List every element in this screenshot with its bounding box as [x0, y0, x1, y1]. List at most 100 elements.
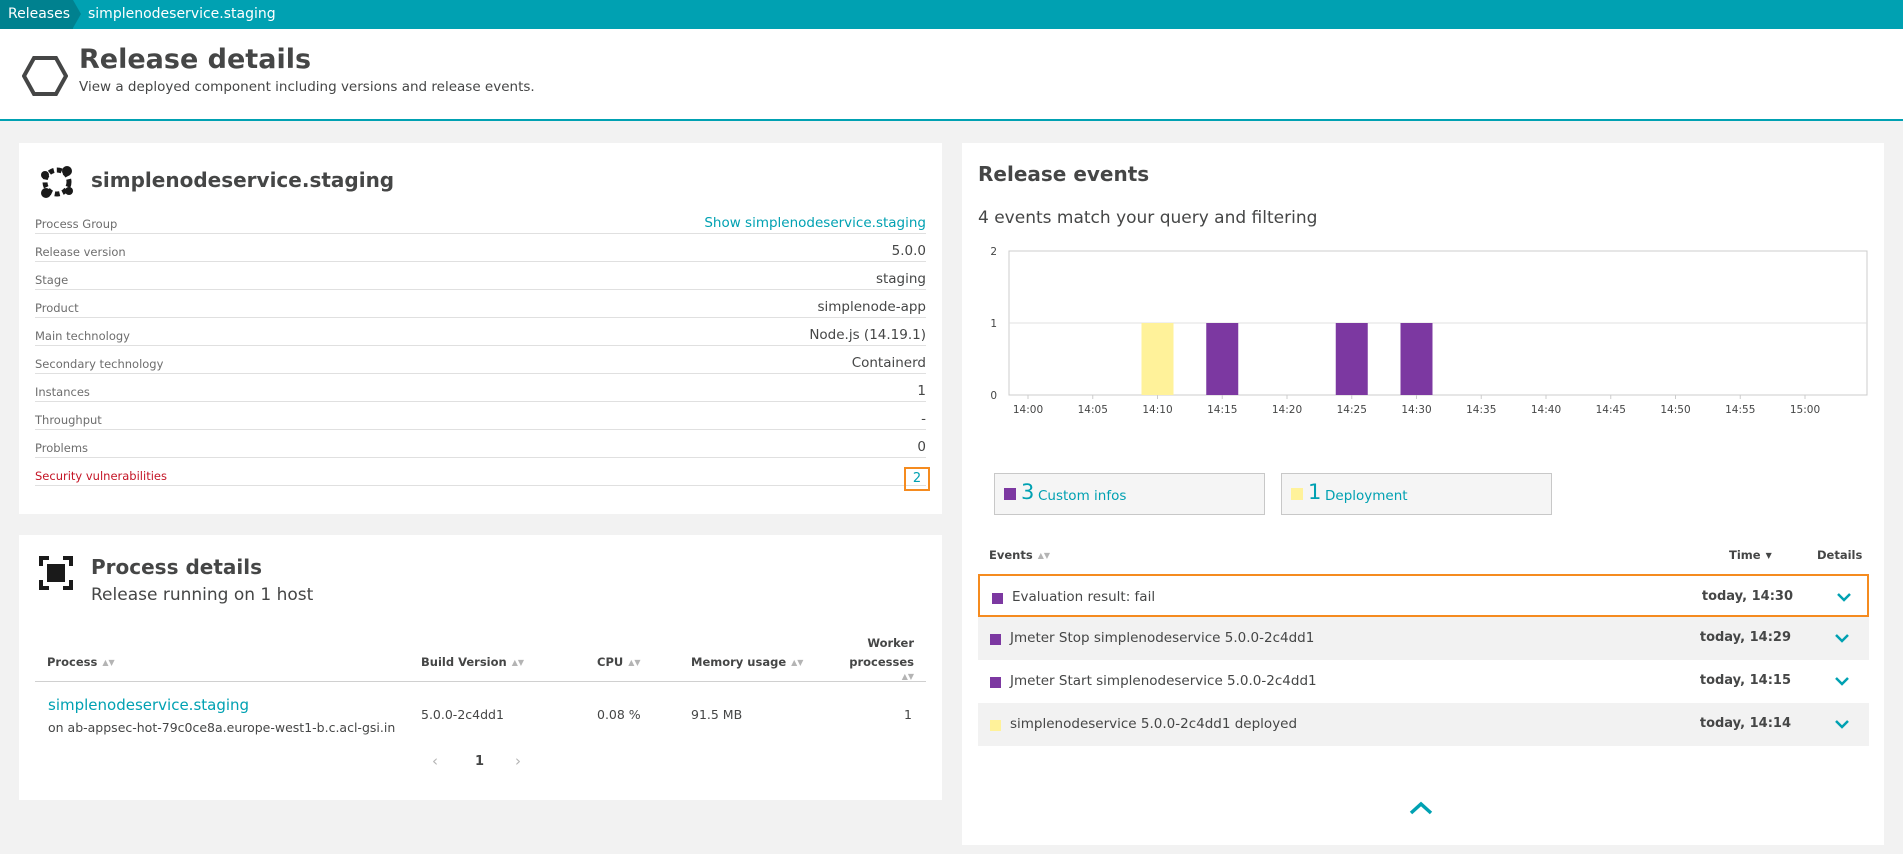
breadcrumb-current[interactable]: simplenodeservice.staging: [88, 0, 276, 29]
column-process[interactable]: Process ▲▼: [47, 655, 115, 669]
chart-x-tick-label: 14:45: [1596, 404, 1626, 416]
workers-cell: 1: [904, 707, 912, 722]
process-link[interactable]: simplenodeservice.staging: [48, 696, 249, 714]
chart-x-tick-label: 14:40: [1531, 404, 1561, 416]
chevron-down-icon[interactable]: [1834, 676, 1850, 686]
property-row-throughput: Throughput -: [35, 402, 926, 430]
event-type-swatch: [992, 593, 1003, 604]
legend-deployment[interactable]: 1 Deployment: [1281, 473, 1552, 515]
chart-bar: [1335, 323, 1368, 395]
property-label: Stage: [35, 273, 69, 287]
column-memory-usage[interactable]: Memory usage ▲▼: [691, 655, 803, 669]
property-label: Problems: [35, 441, 89, 455]
property-row-secondary-technology: Secondary technology Containerd: [35, 346, 926, 374]
process-group-icon: [41, 166, 73, 198]
legend-label: Deployment: [1325, 488, 1408, 504]
property-value: simplenode-app: [817, 299, 926, 315]
column-events[interactable]: Events ▲▼: [989, 548, 1050, 562]
pager-next-button[interactable]: ›: [515, 752, 521, 770]
pager-current-page[interactable]: 1: [475, 754, 484, 769]
legend-custom-infos[interactable]: 3 Custom infos: [994, 473, 1265, 515]
legend-label: Custom infos: [1038, 488, 1127, 504]
column-cpu[interactable]: CPU ▲▼: [597, 655, 641, 669]
event-text: Evaluation result: fail: [1012, 589, 1156, 605]
legend-swatch: [1004, 488, 1016, 500]
security-vulnerabilities-label: Security vulnerabilities: [35, 469, 167, 483]
event-text: Jmeter Stop simplenodeservice 5.0.0-2c4d…: [1010, 630, 1315, 646]
event-row[interactable]: simplenodeservice 5.0.0-2c4dd1 deployed …: [978, 703, 1869, 746]
event-text: Jmeter Start simplenodeservice 5.0.0-2c4…: [1010, 673, 1317, 689]
event-type-swatch: [990, 720, 1001, 731]
legend-count: 3: [1021, 480, 1035, 504]
chart-x-tick-label: 14:10: [1142, 404, 1172, 416]
chart-x-tick-label: 15:00: [1790, 404, 1820, 416]
build-version-cell: 5.0.0-2c4dd1: [421, 707, 504, 722]
property-label: Process Group: [35, 217, 118, 231]
sort-icon: ▲▼: [1037, 551, 1050, 560]
event-time: today, 14:29: [1699, 630, 1791, 645]
property-row-process-group: Process Group Show simplenodeservice.sta…: [35, 206, 926, 234]
chevron-down-icon[interactable]: [1836, 592, 1852, 602]
event-row[interactable]: Jmeter Start simplenodeservice 5.0.0-2c4…: [978, 660, 1869, 703]
chevron-down-icon[interactable]: [1834, 719, 1850, 729]
property-value: Node.js (14.19.1): [809, 327, 926, 343]
chart-y-tick-label: 0: [990, 390, 997, 402]
property-row-release-version: Release version 5.0.0: [35, 234, 926, 262]
property-label: Main technology: [35, 329, 130, 343]
chart-bar: [1206, 323, 1239, 395]
chart-x-tick-label: 14:30: [1401, 404, 1431, 416]
property-row-stage: Stage staging: [35, 262, 926, 290]
event-row[interactable]: Jmeter Stop simplenodeservice 5.0.0-2c4d…: [978, 617, 1869, 660]
pager-prev-button[interactable]: ‹: [432, 752, 438, 770]
cpu-cell: 0.08 %: [597, 707, 641, 722]
chart-x-tick-label: 14:35: [1466, 404, 1496, 416]
page-header: Release details View a deployed componen…: [0, 29, 1903, 121]
process-details-title: Process details: [91, 555, 263, 579]
chevron-down-icon[interactable]: [1834, 633, 1850, 643]
column-worker-processes[interactable]: Worker processes▲▼: [839, 636, 914, 683]
property-value: staging: [875, 271, 926, 287]
legend-count: 1: [1308, 480, 1322, 504]
event-time: today, 14:14: [1699, 716, 1791, 731]
column-time[interactable]: Time ▼: [1729, 548, 1772, 562]
process-host: on ab-appsec-hot-79c0ce8a.europe-west1-b…: [48, 720, 396, 735]
property-value: Containerd: [851, 355, 926, 371]
breadcrumb-releases[interactable]: Releases: [0, 0, 81, 29]
sort-icon: ▲▼: [791, 658, 804, 667]
sort-icon: ▲▼: [511, 658, 525, 667]
process-icon: [39, 556, 73, 590]
release-events-card: Release events 4 events match your query…: [962, 143, 1884, 845]
sort-icon: ▲▼: [901, 672, 914, 681]
property-label: Release version: [35, 245, 126, 259]
sort-icon: ▲▼: [102, 658, 115, 667]
column-build-version[interactable]: Build Version ▲▼: [421, 655, 524, 669]
release-events-chart: 0 1 2 14:00 14:05 14:10 14:15 14:20 14:25 14:30 14…: [990, 246, 1868, 416]
process-details-card: Process details Release running on 1 hos…: [19, 535, 942, 800]
event-row[interactable]: Evaluation result: fail today, 14:30: [978, 574, 1869, 617]
property-value: 5.0.0: [891, 243, 926, 259]
chevron-up-icon[interactable]: [1409, 801, 1433, 815]
event-text: simplenodeservice 5.0.0-2c4dd1 deployed: [1010, 716, 1298, 732]
event-time: today, 14:30: [1701, 589, 1793, 604]
property-label: Throughput: [35, 413, 102, 427]
property-row-instances: Instances 1: [35, 374, 926, 402]
column-details: Details: [1817, 548, 1863, 562]
chart-x-tick-label: 14:25: [1337, 404, 1367, 416]
sort-icon: ▲▼: [628, 658, 641, 667]
property-value: -: [921, 411, 926, 427]
release-events-title: Release events: [978, 162, 1150, 186]
chart-bar: [1400, 323, 1433, 395]
property-row-main-technology: Main technology Node.js (14.19.1): [35, 318, 926, 346]
sort-desc-icon: ▼: [1765, 551, 1772, 560]
process-details-subtitle: Release running on 1 host: [91, 585, 314, 605]
property-label: Instances: [35, 385, 90, 399]
chart-x-tick-label: 14:55: [1725, 404, 1755, 416]
chart-y-tick-label: 2: [990, 246, 997, 258]
security-vulnerabilities-count[interactable]: 2: [904, 467, 930, 491]
chart-x-tick-label: 14:20: [1272, 404, 1302, 416]
show-process-group-link[interactable]: Show simplenodeservice.staging: [704, 215, 926, 231]
memory-cell: 91.5 MB: [691, 707, 743, 722]
chart-bar: [1141, 323, 1174, 395]
event-type-swatch: [990, 634, 1001, 645]
property-row-security-vulnerabilities: Security vulnerabilities 2: [35, 458, 930, 491]
